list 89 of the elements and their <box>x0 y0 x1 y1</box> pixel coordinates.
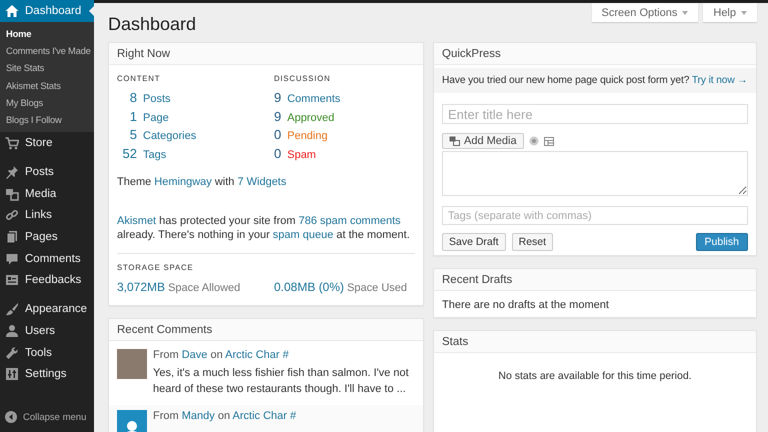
sidebar-menu-item[interactable]: Pages <box>0 226 94 248</box>
title-field[interactable]: Enter title here <box>442 104 748 124</box>
panel-title: Recent Comments <box>109 319 423 341</box>
count-value: 9 <box>274 108 282 124</box>
sidebar-menu-item[interactable]: Tools <box>0 342 94 364</box>
notice-text: Have you tried our new home page quick post form yet? Try it now → <box>434 68 756 93</box>
comment-link[interactable]: Arctic Char # <box>232 410 296 422</box>
form-button[interactable]: Save Draft <box>442 233 506 251</box>
try-it-now-link[interactable]: Try it now → <box>692 75 748 86</box>
publish-button[interactable]: Publish <box>696 233 748 251</box>
submenu-item[interactable]: Comments I've Made <box>0 42 94 60</box>
count-value: 0 <box>274 127 282 142</box>
form-button[interactable]: Reset <box>512 233 554 251</box>
grid-icon <box>544 136 554 146</box>
storage-label: Space Allowed <box>168 282 240 294</box>
home-icon <box>5 4 19 18</box>
storage-value: 0.08MB (0%) <box>274 280 344 294</box>
theme-link[interactable]: 7 Widgets <box>237 176 286 188</box>
sidebar-menu-item[interactable]: Comments <box>0 248 94 270</box>
panel-title: Recent Drafts <box>434 269 756 291</box>
media-icon <box>449 136 460 146</box>
akismet-link[interactable]: Akismet <box>117 215 156 227</box>
form-icon <box>5 273 19 288</box>
sidebar-menu-item[interactable]: Posts <box>0 161 94 183</box>
caret-icon <box>682 10 688 14</box>
comment-link[interactable]: Mandy <box>182 410 215 422</box>
user-icon <box>5 324 19 338</box>
dropdown-button[interactable]: Screen Options <box>592 3 698 22</box>
panel-title: Stats <box>434 331 756 353</box>
comment-link[interactable]: Arctic Char # <box>225 349 289 361</box>
sidebar-menu-item[interactable]: Store <box>0 132 94 154</box>
sidebar-menu-item[interactable]: Links <box>0 204 94 226</box>
comment-text: Yes, it's a much less fishier fish than salmon. I've not heard of these two restaurants though. I'll have to ... <box>153 366 410 397</box>
count-link[interactable]: Comments <box>287 93 340 105</box>
sidebar-menu-item[interactable]: Dashboard <box>0 0 94 22</box>
count-value: 1 <box>128 108 137 124</box>
theme-link[interactable]: Hemingway <box>154 176 212 188</box>
submenu-item[interactable]: Home <box>0 24 94 42</box>
speech-bubble-icon <box>5 252 19 266</box>
count-value: 52 <box>122 146 137 160</box>
theme-text: Theme Hemingway with 7 Widgets <box>117 176 288 188</box>
empty-message: There are no drafts at the moment <box>441 298 610 313</box>
media-icon <box>5 186 19 201</box>
link-icon <box>5 208 19 222</box>
sidebar-menu-item[interactable]: Settings <box>0 363 94 386</box>
akismet-text: Akismet has protected your site from 786 spam comments already. There's nothing in your spam queue at the moment. <box>117 214 411 242</box>
content-field[interactable] <box>442 151 748 196</box>
submenu-item[interactable]: My Blogs <box>0 94 94 112</box>
submenu-item[interactable]: Blogs I Follow <box>0 111 94 128</box>
count-value: 9 <box>274 90 282 105</box>
count-link[interactable]: Posts <box>143 93 171 105</box>
comment-link[interactable]: Dave <box>182 349 208 361</box>
panel-title: QuickPress <box>434 43 756 65</box>
sidebar-menu-item[interactable]: Media <box>0 182 94 205</box>
add-media-button[interactable]: Add Media <box>442 133 524 149</box>
cart-icon <box>5 136 19 150</box>
brush-icon <box>5 302 19 316</box>
akismet-link[interactable]: 786 spam comments <box>298 215 401 227</box>
count-value: 0 <box>274 146 282 160</box>
comment-byline: From Mandy on Arctic Char # <box>153 410 296 422</box>
count-link[interactable]: Page <box>143 112 169 124</box>
sidebar-menu-item[interactable]: Users <box>0 320 94 342</box>
count-link[interactable]: Pending <box>287 130 328 142</box>
dropdown-button[interactable]: Help <box>703 3 757 22</box>
sliders-icon <box>5 367 19 382</box>
comment-byline: From Dave on Arctic Char # <box>153 349 290 361</box>
submenu-item[interactable]: Site Stats <box>0 59 94 77</box>
count-link[interactable]: Spam <box>287 148 316 160</box>
sidebar-menu-item[interactable]: Appearance <box>0 298 94 320</box>
wrench-icon <box>5 346 19 360</box>
pages-icon <box>5 230 19 244</box>
count-link[interactable]: Approved <box>287 112 334 124</box>
collapse-menu-button[interactable]: Collapse menu <box>0 411 94 423</box>
submenu-item[interactable]: Akismet Stats <box>0 76 94 94</box>
empty-message: No stats are available for this time period. <box>497 369 693 384</box>
panel-title: Right Now <box>109 43 423 65</box>
count-link[interactable]: Categories <box>143 130 196 142</box>
storage-label: Space Used <box>347 282 408 294</box>
akismet-link[interactable]: spam queue <box>272 229 334 241</box>
circle-icon <box>528 136 539 146</box>
count-value: 8 <box>128 90 137 105</box>
caret-icon <box>741 10 747 14</box>
tags-field[interactable]: Tags (separate with commas) <box>442 206 748 225</box>
sidebar-menu-item[interactable]: Feedbacks <box>0 270 94 292</box>
page-title: Dashboard <box>108 14 196 35</box>
storage-value: 3,072MB <box>117 280 166 294</box>
count-value: 5 <box>128 127 137 142</box>
pin-icon <box>5 165 19 179</box>
count-link[interactable]: Tags <box>143 148 166 160</box>
